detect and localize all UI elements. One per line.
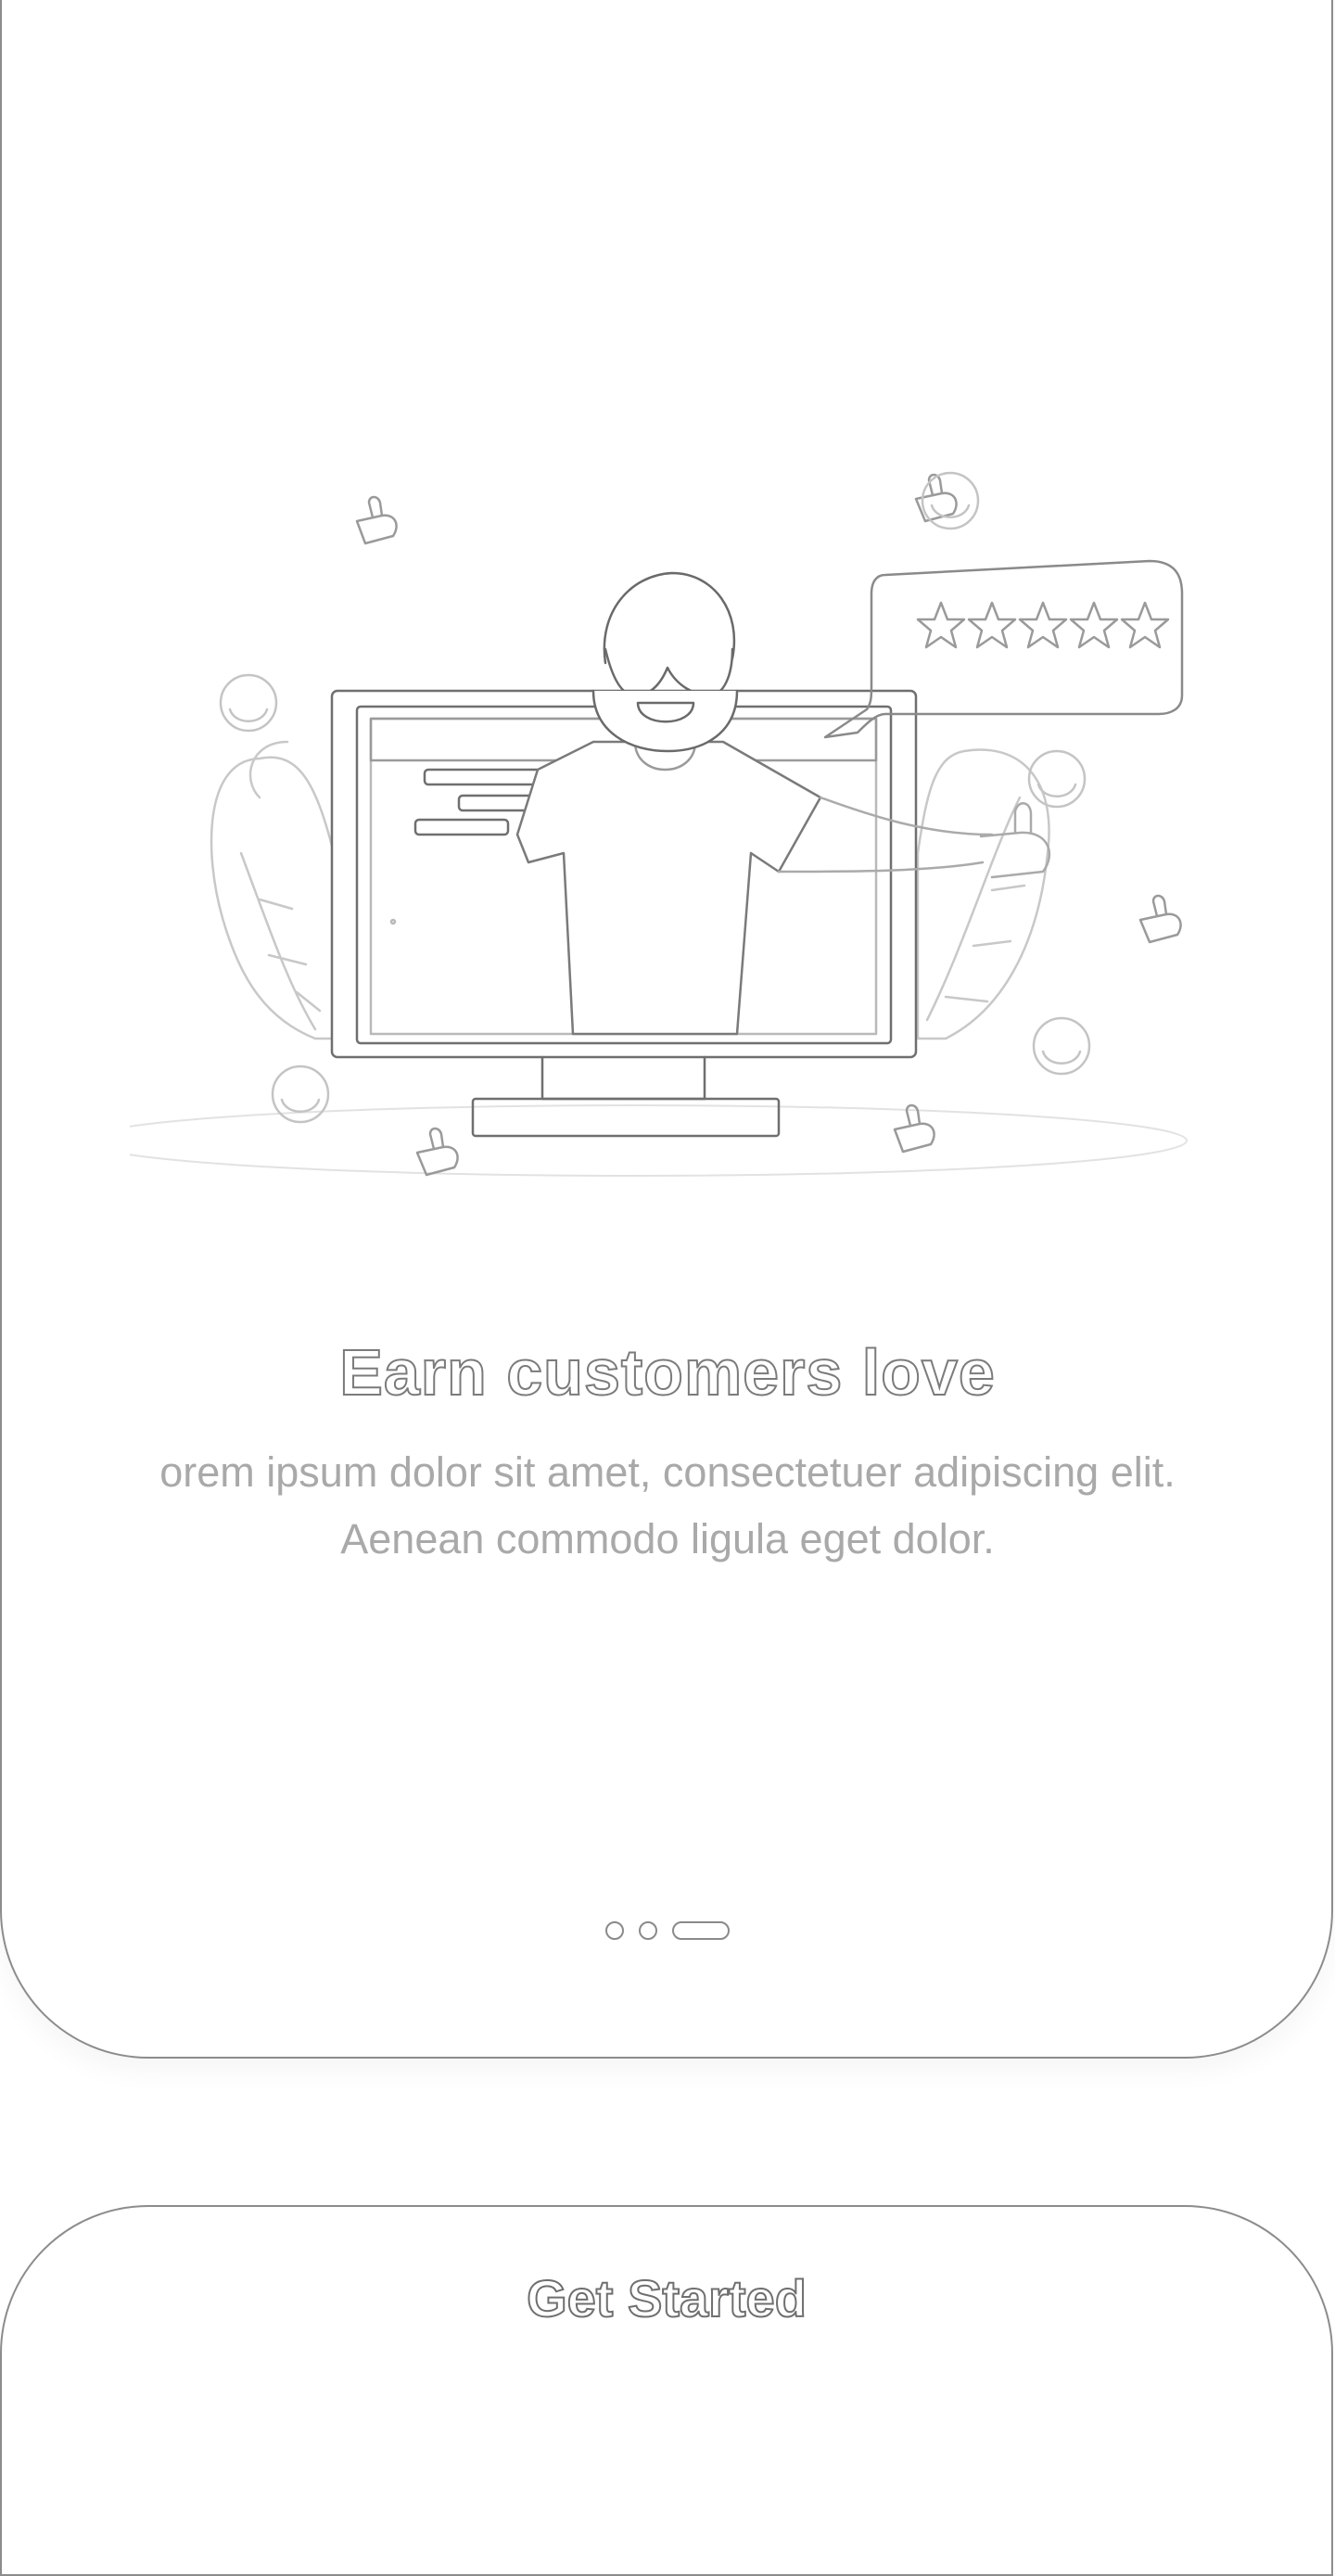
pagination-dot[interactable] <box>605 1921 624 1940</box>
thumbs-up-icon <box>1138 894 1182 944</box>
smiley-icon <box>1032 1016 1091 1076</box>
star-icon <box>1120 601 1170 649</box>
smiley-icon <box>921 471 980 530</box>
floor-shadow <box>130 1104 1188 1177</box>
get-started-label: Get Started <box>526 2268 807 2328</box>
star-icon <box>1069 601 1119 649</box>
plant-left-icon <box>210 740 336 1040</box>
star-icon <box>967 601 1017 649</box>
smiley-icon <box>219 673 278 733</box>
pagination-dot-active[interactable] <box>672 1921 730 1940</box>
thumbs-up-icon <box>893 1103 935 1154</box>
plant-right-icon <box>916 748 1050 1040</box>
get-started-button[interactable]: Get Started <box>0 2205 1333 2576</box>
onboarding-description: orem ipsum dolor sit amet, consectetuer … <box>159 1448 1176 1562</box>
onboarding-title: Earn customers love <box>338 1335 996 1409</box>
star-icon <box>916 601 966 649</box>
pagination-dots <box>0 1921 1335 1940</box>
thumbs-up-icon <box>415 1127 459 1177</box>
rating-stars <box>916 601 1170 649</box>
smiley-icon <box>271 1065 330 1124</box>
star-icon <box>1018 601 1068 649</box>
pagination-dot[interactable] <box>639 1921 657 1940</box>
onboarding-illustration <box>130 471 1188 1177</box>
thumbs-up-icon <box>355 495 398 545</box>
